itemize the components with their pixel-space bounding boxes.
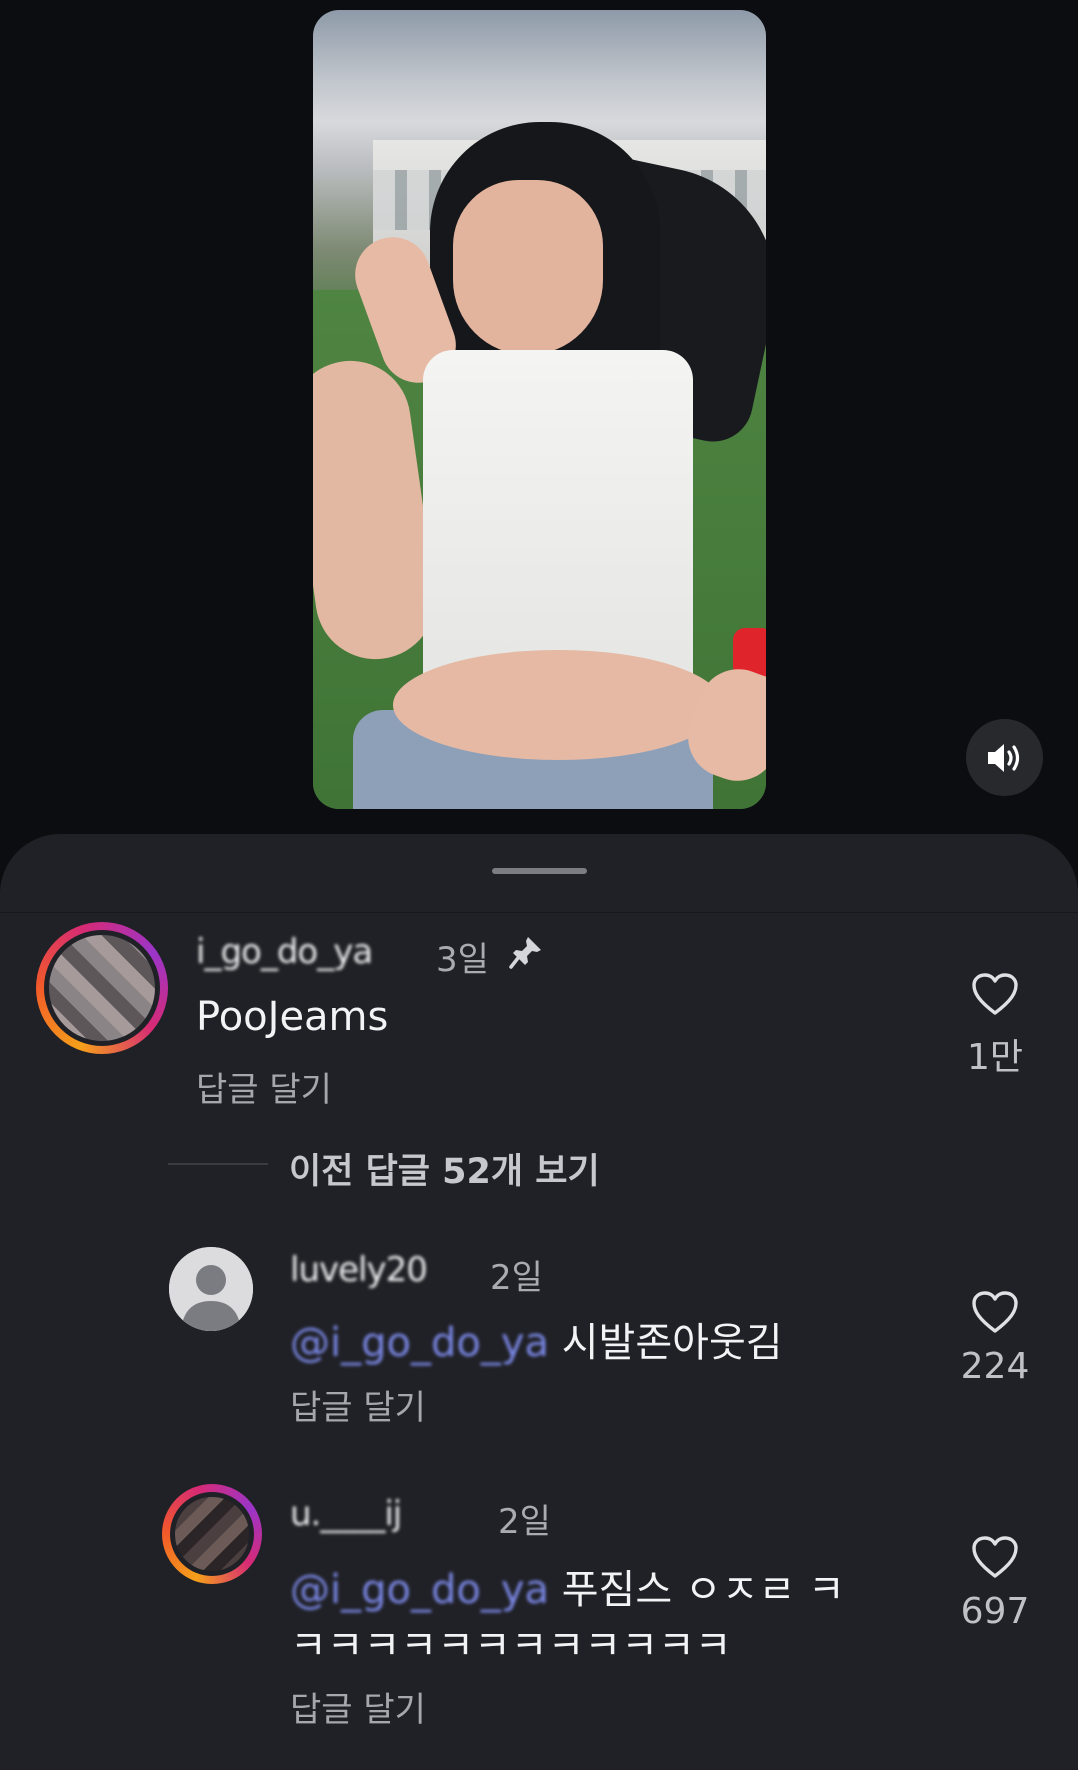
reply-text-body: 시발존아웃김 — [561, 1320, 783, 1366]
video-body — [393, 650, 723, 760]
heart-icon — [972, 973, 1018, 1015]
avatar[interactable] — [162, 1484, 262, 1584]
comment-text: PooJeams — [196, 994, 389, 1040]
video-player[interactable] — [313, 10, 766, 809]
view-replies-label: 이전 답글 52개 보기 — [289, 1152, 600, 1192]
like-button[interactable]: 1만 — [945, 972, 1045, 1080]
like-count: 697 — [960, 1591, 1030, 1632]
avatar-image — [170, 1492, 254, 1576]
like-count: 224 — [960, 1346, 1030, 1387]
sheet-drag-handle[interactable] — [492, 868, 587, 874]
comment-username[interactable]: i_go_do_ya — [196, 932, 373, 972]
avatar[interactable] — [169, 1247, 253, 1331]
speaker-icon — [987, 743, 1019, 772]
reply-button[interactable]: 답글 달기 — [290, 1682, 426, 1731]
reply-thread-line — [168, 1163, 268, 1165]
pin-icon — [509, 937, 541, 969]
heart-icon — [972, 1291, 1018, 1333]
reply-button[interactable]: 답글 달기 — [290, 1380, 426, 1429]
like-button[interactable]: 224 — [945, 1290, 1045, 1387]
default-avatar-icon — [169, 1247, 253, 1331]
sound-toggle-button[interactable] — [966, 719, 1043, 796]
reply-time: 2일 — [490, 1258, 543, 1298]
reply-username[interactable]: u.____ij — [290, 1494, 402, 1534]
avatar[interactable] — [36, 922, 168, 1054]
mention-link[interactable]: @i_go_do_ya — [290, 1567, 549, 1613]
reply-text: @i_go_do_ya 푸짐스 ㅇㅈㄹ ㅋ — [290, 1557, 845, 1615]
like-count: 1만 — [966, 1037, 1024, 1078]
video-face — [453, 180, 603, 355]
reply-username[interactable]: luvely20 — [290, 1250, 428, 1290]
avatar-image — [44, 930, 160, 1046]
like-button[interactable]: 697 — [945, 1535, 1045, 1632]
reply-text-line-2: ㅋㅋㅋㅋㅋㅋㅋㅋㅋㅋㅋㅋ — [290, 1623, 732, 1669]
reply-button[interactable]: 답글 달기 — [196, 1062, 332, 1111]
divider — [0, 912, 1078, 913]
mention-link[interactable]: @i_go_do_ya — [290, 1320, 549, 1366]
reply-time: 2일 — [498, 1502, 551, 1542]
heart-icon — [972, 1536, 1018, 1578]
reply-text: @i_go_do_ya 시발존아웃김 — [290, 1310, 783, 1368]
comment-time: 3일 — [436, 940, 489, 980]
reply-text-body: 푸짐스 ㅇㅈㄹ ㅋ — [561, 1567, 845, 1613]
